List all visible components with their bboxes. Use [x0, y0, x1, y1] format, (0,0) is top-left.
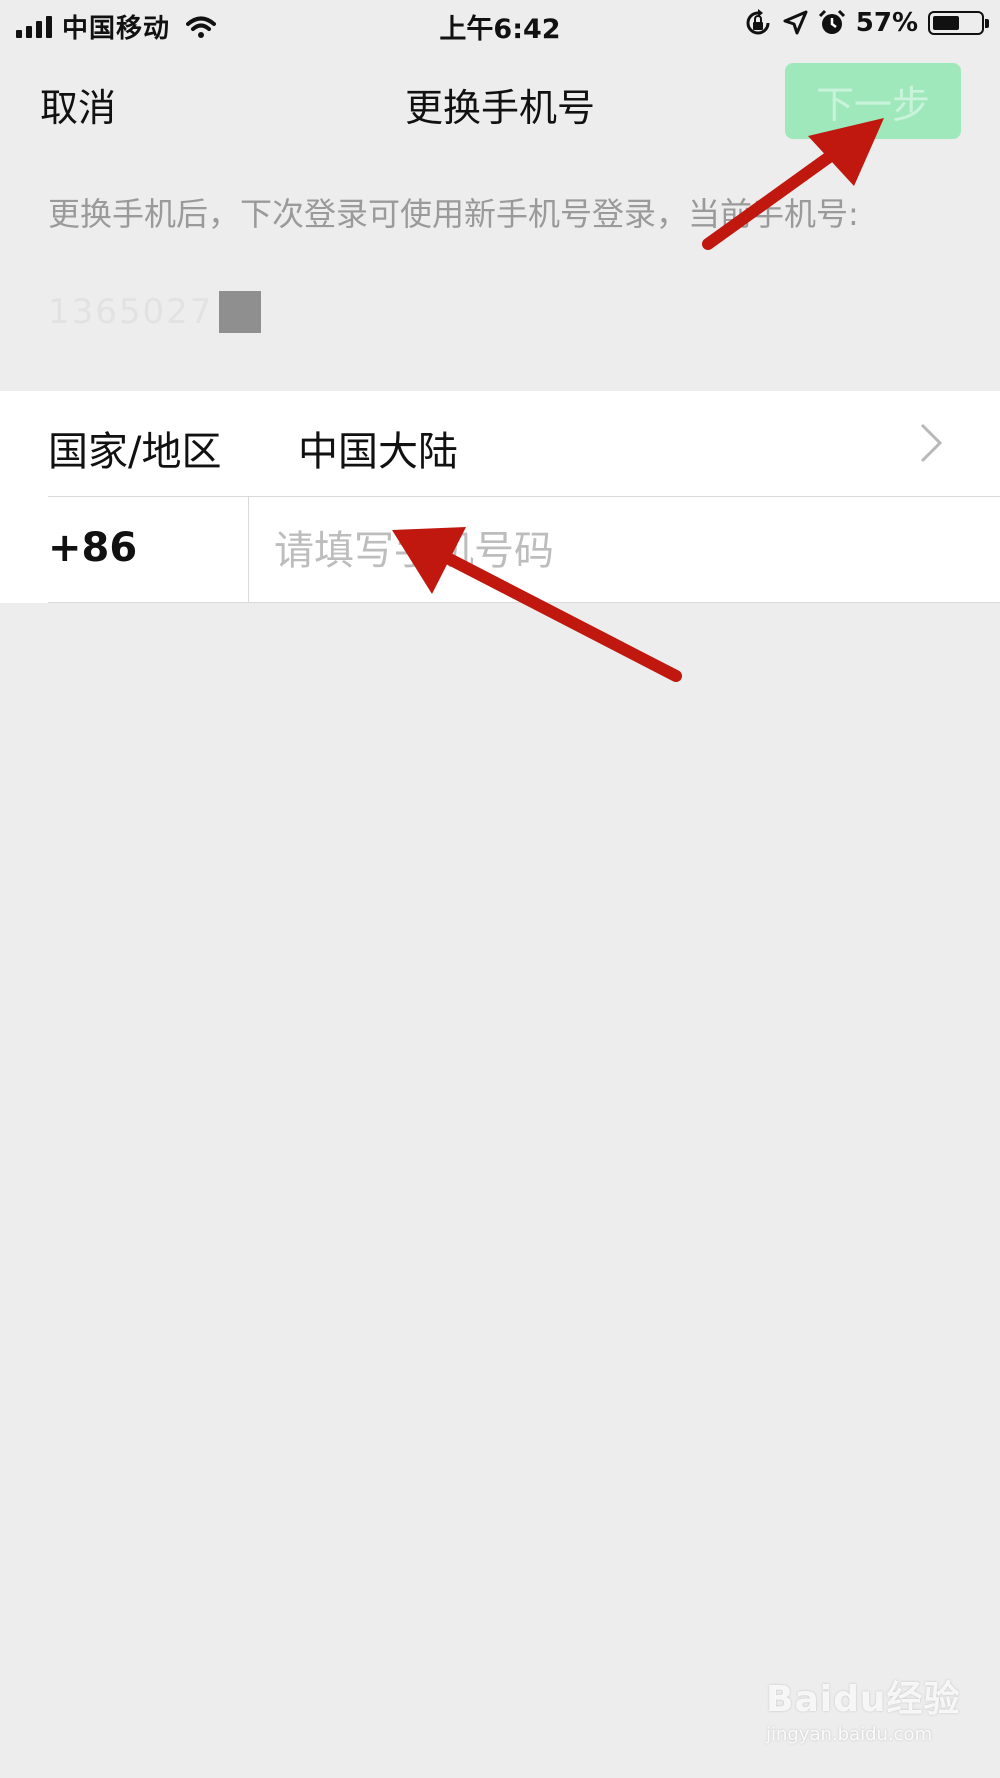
current-phone-row: 1365027 — [48, 290, 262, 334]
battery-icon — [928, 11, 989, 35]
annotation-overlay — [392, 118, 884, 682]
current-phone-number: 1365027 — [48, 292, 214, 332]
alarm-icon — [818, 9, 845, 34]
redaction-mask — [219, 291, 262, 333]
phone-number-row: +86 — [0, 497, 1000, 602]
country-region-row[interactable]: 国家/地区 中国大陆 — [0, 391, 1000, 496]
country-region-label: 国家/地区 — [48, 429, 222, 475]
watermark-logo-text: Baidu经验 — [766, 1679, 961, 1720]
country-region-value: 中国大陆 — [298, 429, 458, 475]
battery-percent: 57% — [855, 8, 918, 38]
chevron-right-icon — [920, 423, 943, 463]
rotation-lock-icon — [746, 9, 770, 35]
baidu-watermark: Baidu经验 jingyan.baidu.com — [766, 1670, 966, 1745]
phone-form: 国家/地区 中国大陆 +86 — [0, 391, 1000, 603]
country-code[interactable]: +86 — [48, 525, 137, 571]
code-divider — [248, 497, 249, 602]
phone-number-input[interactable] — [272, 515, 976, 587]
watermark-url: jingyan.baidu.com — [766, 1724, 933, 1745]
status-bar: 中国移动 上午6:42 57% — [0, 0, 1000, 50]
location-icon — [783, 10, 808, 35]
navigation-bar: 取消 更换手机号 下一步 — [0, 55, 1000, 145]
change-phone-hint: 更换手机后，下次登录可使用新手机号登录，当前手机号: — [48, 195, 859, 233]
cancel-button[interactable]: 取消 — [40, 77, 116, 132]
row-divider-bottom — [48, 602, 1000, 603]
next-step-button[interactable]: 下一步 — [785, 63, 961, 139]
